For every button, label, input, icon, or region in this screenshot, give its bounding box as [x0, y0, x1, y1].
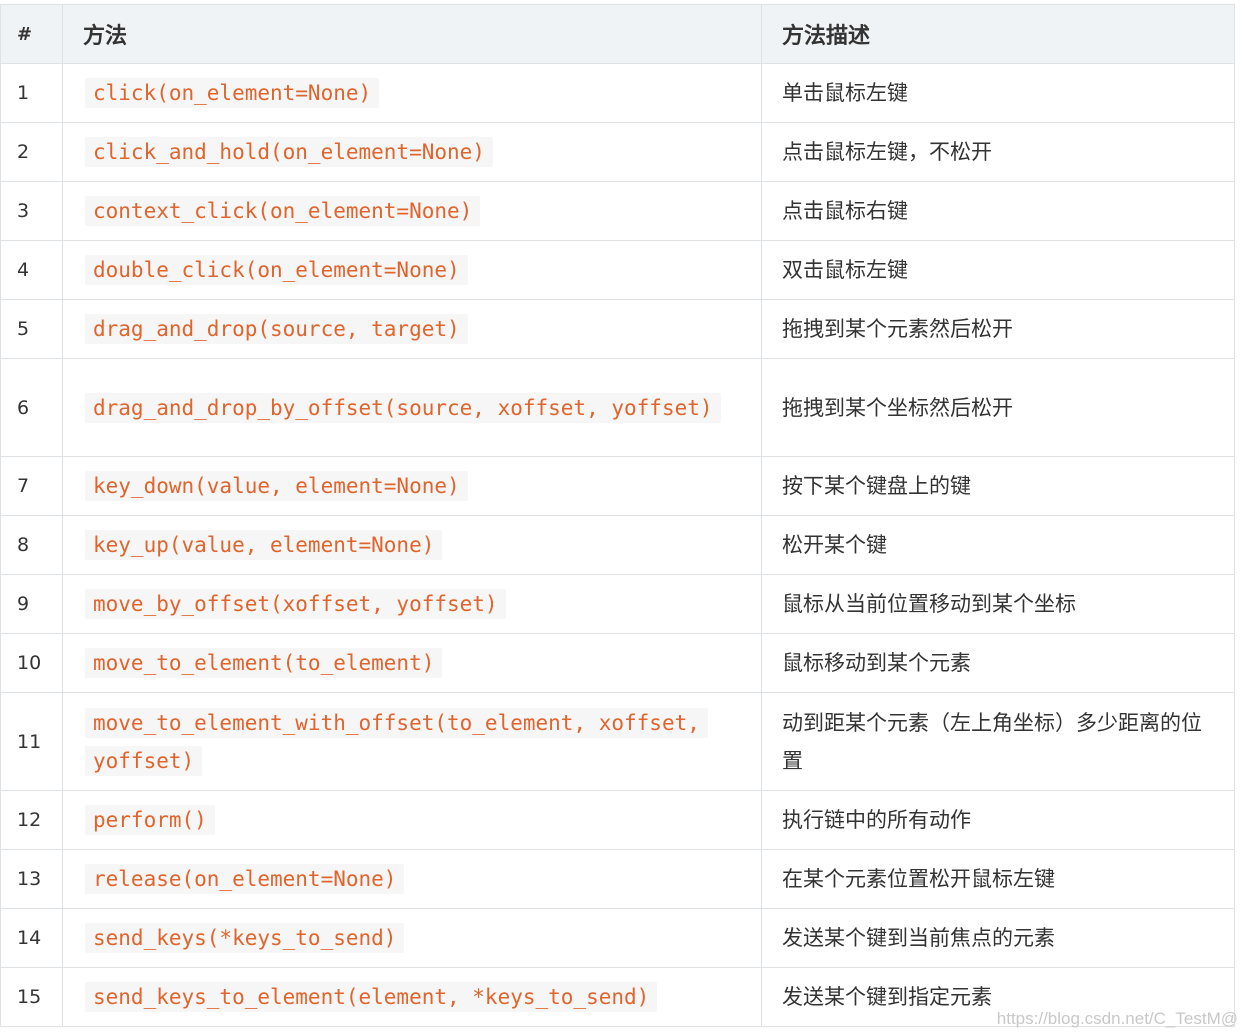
table-row: 11 move_to_element_with_offset(to_elemen… [0, 692, 1235, 791]
description-cell: 拖拽到某个坐标然后松开 [761, 358, 1235, 457]
method-cell: send_keys_to_element(element, *keys_to_s… [62, 967, 762, 1027]
description-cell: 点击鼠标左键，不松开 [761, 122, 1235, 182]
method-cell: drag_and_drop_by_offset(source, xoffset,… [62, 358, 762, 457]
description-cell: 发送某个键到当前焦点的元素 [761, 908, 1235, 968]
row-number: 2 [0, 122, 63, 182]
table-header: # 方法 方法描述 [0, 4, 1235, 64]
description-cell: 鼠标移动到某个元素 [761, 633, 1235, 693]
table-row: 9 move_by_offset(xoffset, yoffset) 鼠标从当前… [0, 574, 1235, 634]
table-row: 1 click(on_element=None) 单击鼠标左键 [0, 63, 1235, 123]
method-cell: context_click(on_element=None) [62, 181, 762, 241]
method-code: double_click(on_element=None) [85, 255, 468, 285]
method-cell: release(on_element=None) [62, 849, 762, 909]
method-cell: key_down(value, element=None) [62, 456, 762, 516]
header-method: 方法 [62, 4, 762, 64]
description-cell: 在某个元素位置松开鼠标左键 [761, 849, 1235, 909]
row-number: 6 [0, 358, 63, 457]
method-cell: move_to_element_with_offset(to_element, … [62, 692, 762, 791]
description-cell: 拖拽到某个元素然后松开 [761, 299, 1235, 359]
method-code: context_click(on_element=None) [85, 196, 481, 226]
description-cell: 按下某个键盘上的键 [761, 456, 1235, 516]
row-number: 7 [0, 456, 63, 516]
row-number: 8 [0, 515, 63, 575]
header-description: 方法描述 [761, 4, 1235, 64]
method-cell: drag_and_drop(source, target) [62, 299, 762, 359]
table-row: 3 context_click(on_element=None) 点击鼠标右键 [0, 181, 1235, 241]
method-code: click(on_element=None) [85, 78, 380, 108]
method-code: key_up(value, element=None) [85, 530, 443, 560]
table-row: 5 drag_and_drop(source, target) 拖拽到某个元素然… [0, 299, 1235, 359]
method-cell: click(on_element=None) [62, 63, 762, 123]
row-number: 3 [0, 181, 63, 241]
description-cell: 执行链中的所有动作 [761, 790, 1235, 850]
table-row: 4 double_click(on_element=None) 双击鼠标左键 [0, 240, 1235, 300]
table-row: 14 send_keys(*keys_to_send) 发送某个键到当前焦点的元… [0, 908, 1235, 968]
row-number: 11 [0, 692, 63, 791]
method-cell: send_keys(*keys_to_send) [62, 908, 762, 968]
header-row: # 方法 方法描述 [0, 4, 1235, 64]
method-code: send_keys_to_element(element, *keys_to_s… [85, 982, 658, 1012]
method-code: drag_and_drop_by_offset(source, xoffset,… [85, 392, 721, 423]
row-number: 5 [0, 299, 63, 359]
table-row: 8 key_up(value, element=None) 松开某个键 [0, 515, 1235, 575]
table-row: 10 move_to_element(to_element) 鼠标移动到某个元素 [0, 633, 1235, 693]
description-cell: 动到距某个元素（左上角坐标）多少距离的位置 [761, 692, 1235, 791]
method-code: key_down(value, element=None) [85, 471, 468, 501]
table-row: 12 perform() 执行链中的所有动作 [0, 790, 1235, 850]
watermark: https://blog.csdn.net/C_TestM@ [996, 1009, 1238, 1028]
row-number: 15 [0, 967, 63, 1027]
description-cell: 松开某个键 [761, 515, 1235, 575]
row-number: 9 [0, 574, 63, 634]
method-code: perform() [85, 805, 215, 835]
row-number: 1 [0, 63, 63, 123]
row-number: 4 [0, 240, 63, 300]
table-body: 1 click(on_element=None) 单击鼠标左键 2 click_… [0, 63, 1235, 1027]
row-number: 10 [0, 633, 63, 693]
table-row: 6 drag_and_drop_by_offset(source, xoffse… [0, 358, 1235, 457]
method-cell: double_click(on_element=None) [62, 240, 762, 300]
method-code: move_to_element(to_element) [85, 648, 443, 678]
row-number: 12 [0, 790, 63, 850]
method-code: release(on_element=None) [85, 864, 405, 894]
table-row: 13 release(on_element=None) 在某个元素位置松开鼠标左… [0, 849, 1235, 909]
description-cell: 单击鼠标左键 [761, 63, 1235, 123]
methods-table: # 方法 方法描述 1 click(on_element=None) 单击鼠标左… [0, 4, 1235, 1027]
row-number: 14 [0, 908, 63, 968]
method-cell: perform() [62, 790, 762, 850]
method-code: move_to_element_with_offset(to_element, … [85, 707, 708, 776]
method-code: move_by_offset(xoffset, yoffset) [85, 589, 506, 619]
method-cell: move_by_offset(xoffset, yoffset) [62, 574, 762, 634]
method-code: send_keys(*keys_to_send) [85, 923, 405, 953]
description-cell: 鼠标从当前位置移动到某个坐标 [761, 574, 1235, 634]
method-code: drag_and_drop(source, target) [85, 314, 468, 344]
table-row: 2 click_and_hold(on_element=None) 点击鼠标左键… [0, 122, 1235, 182]
row-number: 13 [0, 849, 63, 909]
method-code: click_and_hold(on_element=None) [85, 137, 493, 167]
method-cell: key_up(value, element=None) [62, 515, 762, 575]
method-cell: move_to_element(to_element) [62, 633, 762, 693]
header-number: # [0, 4, 63, 64]
description-cell: 点击鼠标右键 [761, 181, 1235, 241]
method-cell: click_and_hold(on_element=None) [62, 122, 762, 182]
table-row: 7 key_down(value, element=None) 按下某个键盘上的… [0, 456, 1235, 516]
description-cell: 双击鼠标左键 [761, 240, 1235, 300]
